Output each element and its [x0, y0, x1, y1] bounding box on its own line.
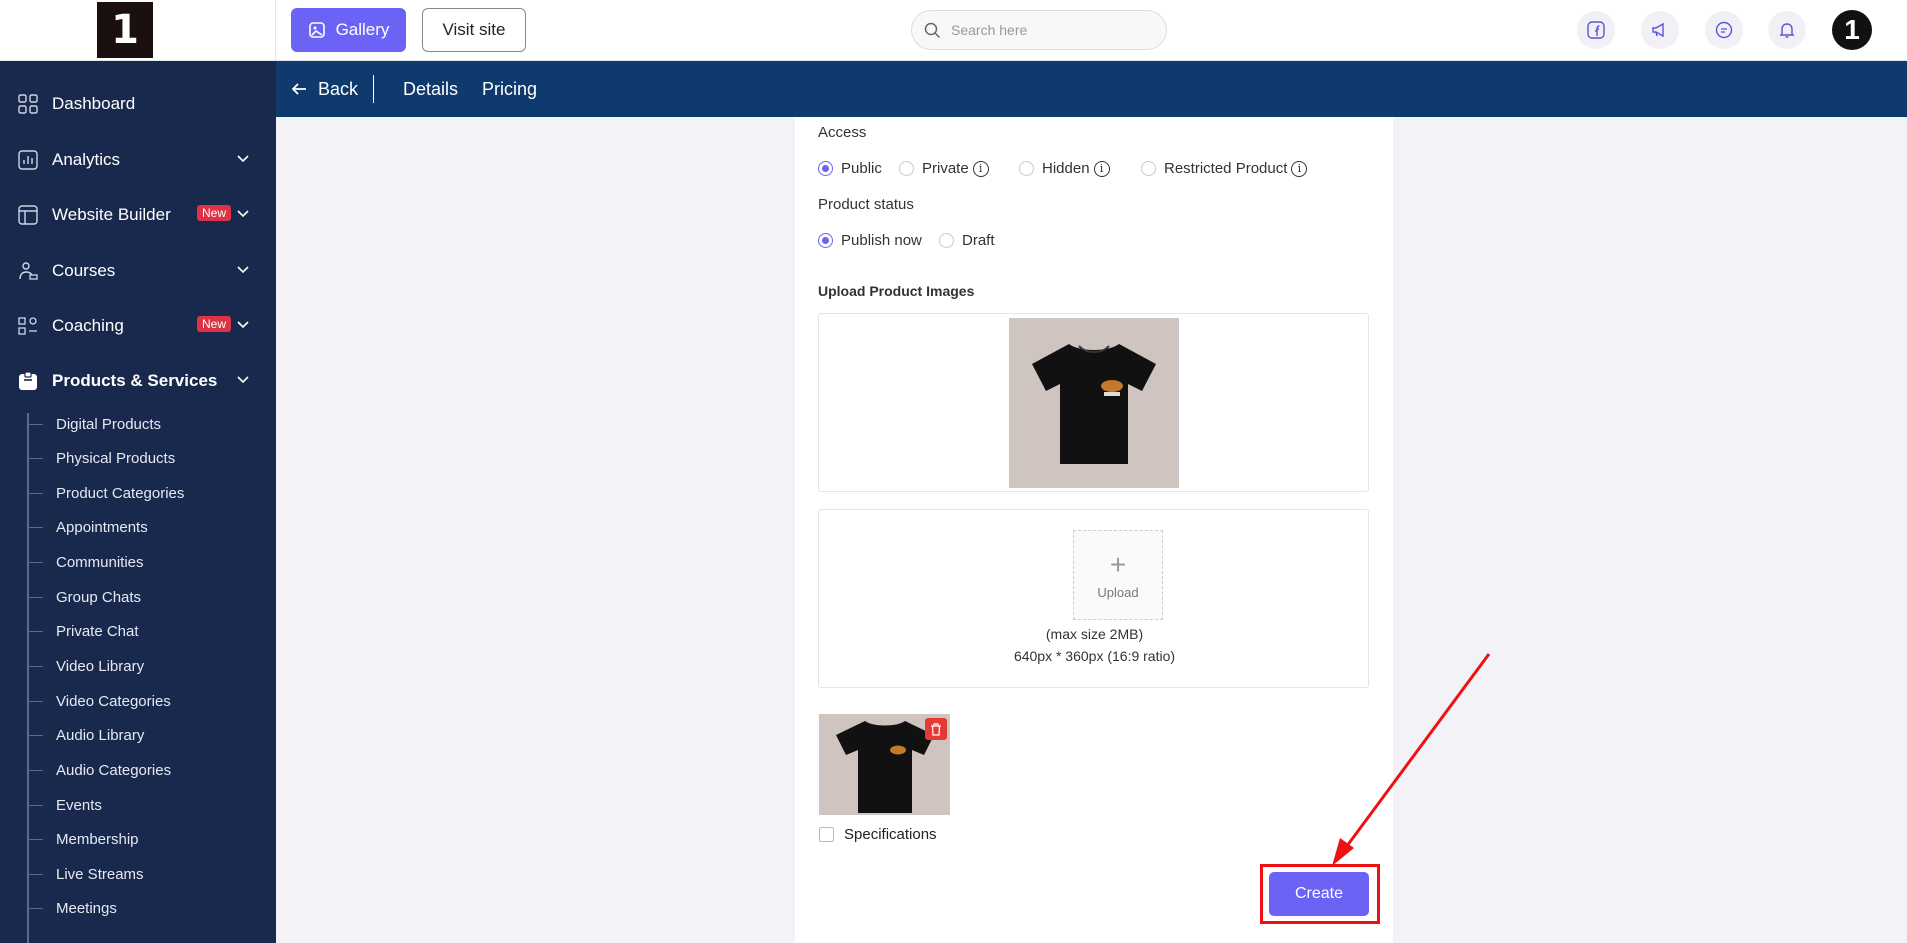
specifications-checkbox[interactable]: Specifications [819, 826, 937, 843]
announcements-button[interactable] [1641, 11, 1679, 49]
tshirt-image [1032, 343, 1156, 464]
tab-bar: Back Details Pricing [276, 61, 1907, 117]
trash-icon [931, 722, 941, 736]
search-input[interactable] [951, 22, 1141, 38]
tab-details[interactable]: Details [403, 61, 458, 117]
sidebar-item-courses[interactable]: Courses [0, 251, 276, 291]
sidebar-subitem[interactable]: Video Categories [27, 687, 171, 715]
sidebar-subitem[interactable]: Product Categories [26, 479, 184, 507]
back-button[interactable]: Back [290, 61, 358, 117]
analytics-icon [18, 150, 38, 170]
chevron-down-icon [237, 376, 249, 384]
uploaded-thumbnail [819, 714, 950, 815]
arrow-left-icon [291, 83, 306, 95]
sidebar-item-analytics[interactable]: Analytics [0, 140, 276, 180]
notifications-button[interactable] [1768, 11, 1806, 49]
info-icon[interactable]: i [1093, 160, 1110, 177]
new-badge: New [196, 316, 231, 332]
chevron-down-icon [237, 321, 249, 329]
sidebar-item-products-services[interactable]: Products & Services [0, 361, 276, 401]
top-bar: 1 Gallery Visit site 1 [0, 0, 1907, 61]
image-preview-box [818, 313, 1369, 492]
search-box[interactable] [911, 10, 1167, 50]
access-restricted-radio[interactable]: Restricted Product i [1141, 160, 1308, 177]
website-builder-icon [18, 205, 38, 225]
sidebar-item-website-builder[interactable]: Website Builder New [0, 195, 276, 235]
product-form-card: Access Public Private i Hidden i Restric… [795, 117, 1393, 943]
create-button[interactable]: Create [1269, 872, 1369, 916]
info-icon[interactable]: i [972, 160, 989, 177]
upload-ratio-hint: 640px * 360px (16:9 ratio) [1013, 648, 1176, 664]
status-draft-radio[interactable]: Draft [939, 232, 995, 249]
access-private-radio[interactable]: Private i [899, 160, 989, 177]
new-badge: New [196, 205, 231, 221]
upload-size-hint: (max size 2MB) [1045, 626, 1144, 642]
sidebar-subitem[interactable]: Meetings [27, 894, 117, 922]
sidebar-subitem[interactable]: Appointments [27, 513, 148, 541]
facebook-button[interactable] [1577, 11, 1615, 49]
sidebar-subitem[interactable]: Audio Categories [26, 756, 171, 784]
sidebar-subitem[interactable]: Digital Products [26, 410, 161, 438]
access-hidden-radio[interactable]: Hidden i [1019, 160, 1110, 177]
sidebar-subitem[interactable]: Private Chat [27, 617, 139, 645]
sidebar-subitem[interactable]: Communities [27, 548, 144, 576]
dashboard-icon [18, 94, 38, 114]
sidebar-item-coaching[interactable]: Coaching New [0, 306, 276, 346]
sidebar-subitem[interactable]: Membership [27, 825, 139, 853]
plus-icon: + [1109, 548, 1127, 580]
upload-images-label: Upload Product Images [818, 283, 975, 299]
upload-tile[interactable]: + Upload [1073, 530, 1163, 620]
sidebar: Dashboard Analytics Website Builder New … [0, 61, 276, 943]
search-icon [924, 22, 941, 38]
bell-icon [1779, 23, 1795, 38]
tshirt-preview-image [1009, 318, 1179, 488]
product-status-label: Product status [818, 196, 914, 213]
chat-button[interactable] [1705, 11, 1743, 49]
user-avatar[interactable]: 1 [1832, 10, 1872, 50]
chat-icon [1715, 21, 1733, 39]
sidebar-subitem[interactable]: Events [27, 791, 102, 819]
access-label: Access [818, 124, 867, 141]
brand-logo[interactable]: 1 [97, 2, 153, 58]
gallery-icon [308, 22, 325, 38]
info-icon[interactable]: i [1291, 160, 1308, 177]
sidebar-item-dashboard[interactable]: Dashboard [0, 84, 276, 124]
status-publish-now-radio[interactable]: Publish now [818, 232, 922, 249]
facebook-icon [1587, 21, 1605, 39]
tab-divider [373, 75, 374, 103]
tab-pricing[interactable]: Pricing [482, 61, 537, 117]
chevron-down-icon [237, 266, 249, 274]
chevron-down-icon [237, 155, 249, 163]
sidebar-subitem[interactable]: Physical Products [26, 444, 175, 472]
products-icon [18, 371, 38, 391]
megaphone-icon [1652, 22, 1664, 38]
delete-image-button[interactable] [925, 718, 947, 740]
gallery-button[interactable]: Gallery [291, 8, 406, 52]
sidebar-subitem[interactable]: Audio Library [26, 721, 144, 749]
visit-site-button[interactable]: Visit site [422, 8, 526, 52]
tshirt-thumbnail-image [835, 720, 934, 813]
access-public-radio[interactable]: Public [818, 160, 882, 177]
courses-icon [18, 261, 38, 281]
coaching-icon [18, 316, 38, 336]
logo-area: 1 [0, 0, 276, 61]
sidebar-subitem[interactable]: Live Streams [27, 860, 144, 888]
chevron-down-icon [237, 210, 249, 218]
sidebar-subitem[interactable]: Video Library [26, 652, 144, 680]
image-upload-box: + Upload (max size 2MB) 640px * 360px (1… [818, 509, 1369, 688]
sidebar-subitem[interactable]: Group Chats [26, 583, 141, 611]
